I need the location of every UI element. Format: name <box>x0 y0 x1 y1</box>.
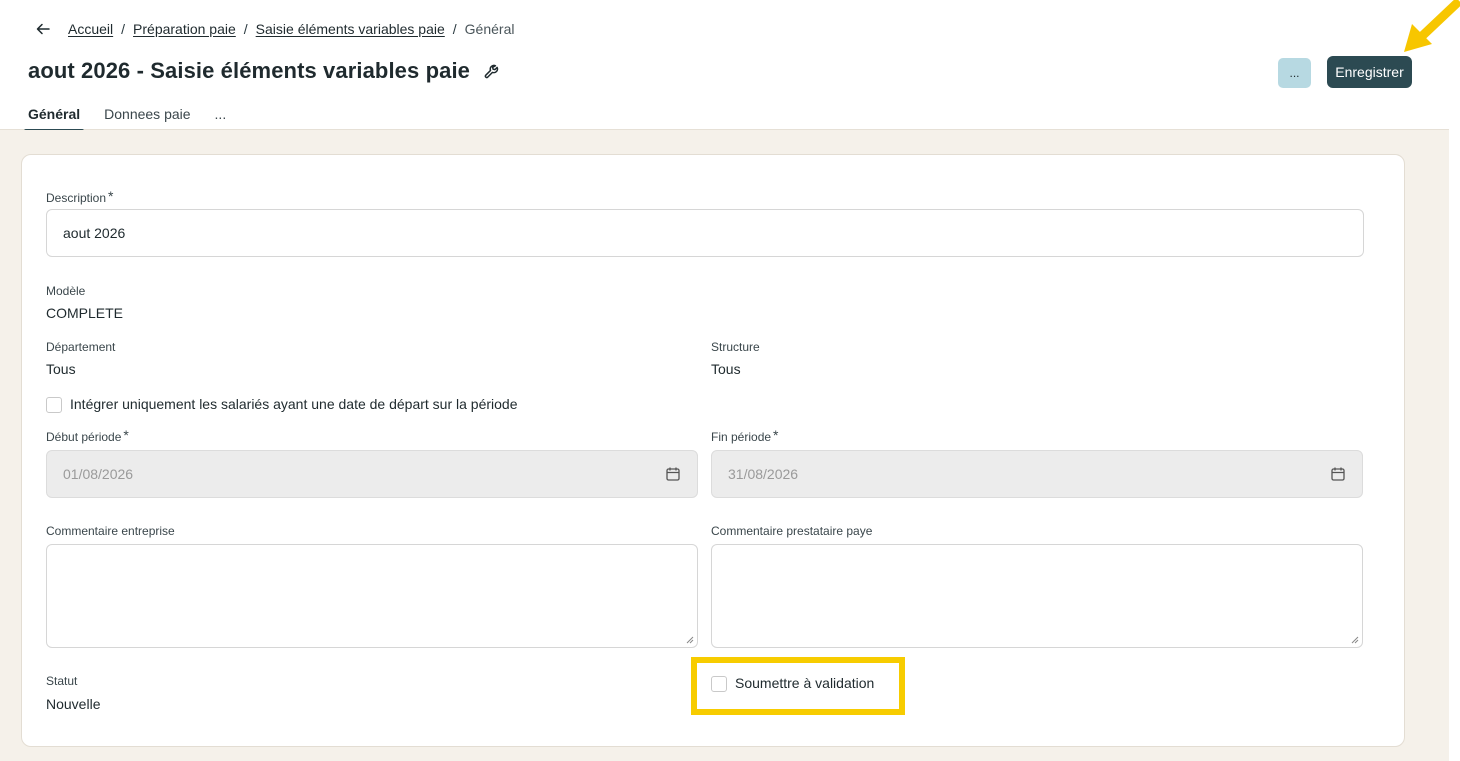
departement-label: Département <box>46 340 116 354</box>
statut-value: Nouvelle <box>46 696 101 712</box>
description-label: Description * <box>46 188 114 205</box>
commentaire-entreprise-textarea[interactable] <box>46 544 698 648</box>
debut-periode-label: Début période * <box>46 427 129 444</box>
breadcrumb-separator: / <box>121 21 126 37</box>
page-header: Accueil / Préparation paie / Saisie élém… <box>0 0 1449 133</box>
departement-value: Tous <box>46 361 76 377</box>
structure-value: Tous <box>711 361 741 377</box>
resize-handle-icon[interactable] <box>1351 636 1359 644</box>
calendar-icon[interactable] <box>665 466 681 482</box>
breadcrumb-saisie-elements[interactable]: Saisie éléments variables paie <box>256 21 445 37</box>
debut-periode-input[interactable]: 01/08/2026 <box>46 450 698 498</box>
tab-donnees-paie[interactable]: Donnees paie <box>100 103 194 131</box>
save-button[interactable]: Enregistrer <box>1327 56 1412 88</box>
description-input[interactable]: aout 2026 <box>46 209 1364 257</box>
breadcrumb-separator: / <box>243 21 248 37</box>
wrench-icon[interactable] <box>482 60 504 82</box>
title-row: aout 2026 - Saisie éléments variables pa… <box>28 58 504 84</box>
breadcrumb-preparation-paie[interactable]: Préparation paie <box>133 21 236 37</box>
modele-label: Modèle <box>46 284 86 298</box>
fin-periode-input[interactable]: 31/08/2026 <box>711 450 1363 498</box>
resize-handle-icon[interactable] <box>686 636 694 644</box>
structure-label: Structure <box>711 340 760 354</box>
breadcrumb: Accueil / Préparation paie / Saisie élém… <box>36 21 514 37</box>
highlight-box <box>691 657 905 715</box>
calendar-icon[interactable] <box>1330 466 1346 482</box>
fin-periode-label: Fin période * <box>711 427 779 444</box>
integrer-label[interactable]: Intégrer uniquement les salariés ayant u… <box>70 396 518 412</box>
tab-more[interactable]: ... <box>211 103 231 131</box>
back-arrow-icon[interactable] <box>36 22 50 36</box>
tab-general[interactable]: Général <box>24 103 85 133</box>
statut-label: Statut <box>46 674 78 688</box>
more-actions-button[interactable]: ... <box>1278 58 1311 88</box>
commentaire-entreprise-label: Commentaire entreprise <box>46 524 175 538</box>
breadcrumb-current: Général <box>464 21 515 37</box>
arrow-annotation-icon <box>1404 0 1460 52</box>
breadcrumb-separator: / <box>452 21 457 37</box>
commentaire-prestataire-label: Commentaire prestataire paye <box>711 524 873 538</box>
commentaire-prestataire-textarea[interactable] <box>711 544 1363 648</box>
breadcrumb-accueil[interactable]: Accueil <box>68 21 113 37</box>
page-title: aout 2026 - Saisie éléments variables pa… <box>28 58 470 83</box>
modele-value: COMPLETE <box>46 305 124 321</box>
tab-bar: Général Donnees paie ... <box>24 103 246 133</box>
integrer-checkbox[interactable] <box>46 397 62 413</box>
